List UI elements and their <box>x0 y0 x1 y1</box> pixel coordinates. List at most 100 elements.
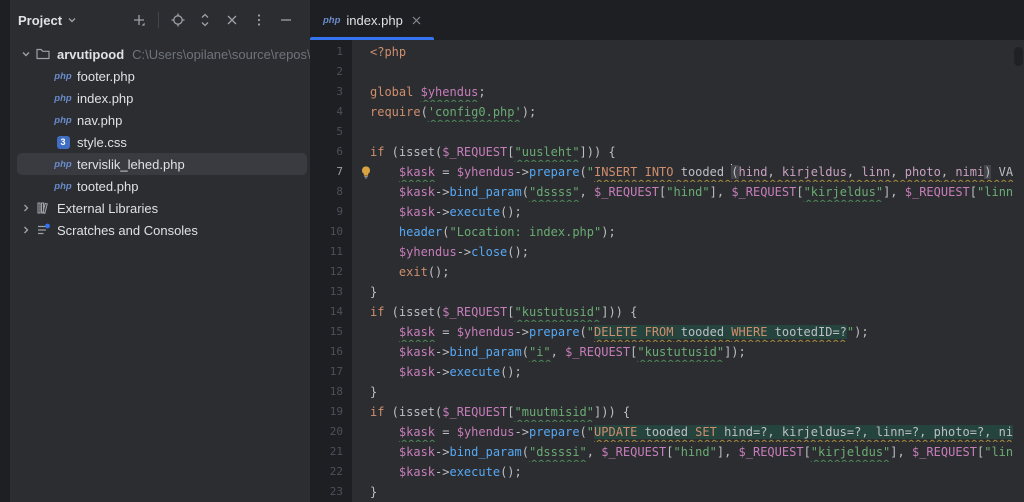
code-line-text: } <box>352 282 1024 302</box>
line-number[interactable]: 23 <box>310 482 352 502</box>
code-line-text: $kask->execute(); <box>352 462 1024 482</box>
code-line-3: 3global $yhendus; <box>310 82 1024 102</box>
css-icon: 3 <box>54 136 72 149</box>
php-icon: php <box>54 181 72 192</box>
line-number[interactable]: 21 <box>310 442 352 462</box>
code-line-text: $kask->bind_param("dssss", $_REQUEST["hi… <box>352 182 1024 202</box>
code-line-4: 4require('config0.php'); <box>310 102 1024 122</box>
line-number[interactable]: 4 <box>310 102 352 122</box>
tree-chevron-icon[interactable] <box>18 49 34 59</box>
php-icon: php <box>54 115 72 126</box>
code-line-text: $kask->bind_param("dssssi", $_REQUEST["h… <box>352 442 1024 462</box>
code-line-5: 5 <box>310 122 1024 142</box>
line-number[interactable]: 10 <box>310 222 352 242</box>
code-line-16: 16 $kask->bind_param("i", $_REQUEST["kus… <box>310 342 1024 362</box>
line-number[interactable]: 16 <box>310 342 352 362</box>
line-number[interactable]: 2 <box>310 62 352 82</box>
tree-item-label: style.css <box>77 135 127 150</box>
tree-item-scratches-and-consoles[interactable]: Scratches and Consoles <box>10 219 310 241</box>
line-number[interactable]: 17 <box>310 362 352 382</box>
code-line-15: 15 $kask = $yhendus->prepare("DELETE FRO… <box>310 322 1024 342</box>
tool-window-stripe <box>0 0 10 502</box>
editor-area: php index.php 1<?php23global $yhendus;4r… <box>310 0 1024 502</box>
tree-item-arvutipood[interactable]: arvutipoodC:\Users\opilane\source\repos\… <box>10 43 310 65</box>
line-number[interactable]: 6 <box>310 142 352 162</box>
code-line-text: require('config0.php'); <box>352 102 1024 122</box>
project-panel-title: Project <box>18 13 62 28</box>
chevron-down-icon <box>67 15 77 25</box>
tree-item-label: tooted.php <box>77 179 138 194</box>
line-number[interactable]: 8 <box>310 182 352 202</box>
line-number[interactable]: 20 <box>310 422 352 442</box>
php-icon: php <box>54 93 72 104</box>
line-number[interactable]: 14 <box>310 302 352 322</box>
line-number[interactable]: 15 <box>310 322 352 342</box>
scratches-icon <box>34 222 52 238</box>
tree-item-label: footer.php <box>77 69 135 84</box>
code-line-text: global $yhendus; <box>352 82 1024 102</box>
hide-panel-icon[interactable] <box>276 10 296 30</box>
code-line-20: 20 $kask = $yhendus->prepare("UPDATE too… <box>310 422 1024 442</box>
line-number[interactable]: 5 <box>310 122 352 142</box>
add-icon[interactable] <box>129 10 149 30</box>
line-number[interactable]: 12 <box>310 262 352 282</box>
line-number[interactable]: 13 <box>310 282 352 302</box>
toolbar-divider <box>158 12 159 28</box>
code-line-text: <?php <box>352 42 1024 62</box>
code-line-text: $kask = $yhendus->prepare("INSERT INTO t… <box>352 162 1024 182</box>
tree-item-label: index.php <box>77 91 133 106</box>
code-line-8: 8 $kask->bind_param("dssss", $_REQUEST["… <box>310 182 1024 202</box>
code-line-14: 14if (isset($_REQUEST["kustutusid"])) { <box>310 302 1024 322</box>
tree-item-label: nav.php <box>77 113 122 128</box>
tree-item-label: arvutipood <box>57 47 124 62</box>
line-number[interactable]: 9 <box>310 202 352 222</box>
project-panel-toolbar <box>129 10 296 30</box>
line-number[interactable]: 22 <box>310 462 352 482</box>
line-number[interactable]: 3 <box>310 82 352 102</box>
ide-window: Project <box>0 0 1024 502</box>
code-line-text: $kask = $yhendus->prepare("UPDATE tooded… <box>352 422 1024 442</box>
line-number[interactable]: 11 <box>310 242 352 262</box>
line-number[interactable]: 19 <box>310 402 352 422</box>
collapse-all-icon[interactable] <box>222 10 242 30</box>
locate-file-icon[interactable] <box>168 10 188 30</box>
code-line-22: 22 $kask->execute(); <box>310 462 1024 482</box>
tree-item-nav-php[interactable]: php nav.php <box>10 109 310 131</box>
code-line-text: if (isset($_REQUEST["muutmisid"])) { <box>352 402 1024 422</box>
tree-item-external-libraries[interactable]: External Libraries <box>10 197 310 219</box>
code-line-text: if (isset($_REQUEST["uusleht"])) { <box>352 142 1024 162</box>
code-line-text <box>352 62 1024 82</box>
tree-item-style-css[interactable]: 3 style.css <box>10 131 310 153</box>
code-line-10: 10 header("Location: index.php"); <box>310 222 1024 242</box>
line-number[interactable]: 1 <box>310 42 352 62</box>
code-line-17: 17 $kask->execute(); <box>310 362 1024 382</box>
editor-tab-bar: php index.php <box>310 0 1024 40</box>
code-line-text: header("Location: index.php"); <box>352 222 1024 242</box>
php-icon: php <box>54 71 72 82</box>
tree-item-label: Scratches and Consoles <box>57 223 198 238</box>
code-editor[interactable]: 1<?php23global $yhendus;4require('config… <box>310 40 1024 502</box>
close-tab-icon[interactable] <box>411 15 422 26</box>
code-line-text: $yhendus->close(); <box>352 242 1024 262</box>
code-line-text: $kask->execute(); <box>352 362 1024 382</box>
project-view-selector[interactable]: Project <box>18 13 77 28</box>
tree-chevron-icon[interactable] <box>18 225 34 235</box>
expand-all-icon[interactable] <box>195 10 215 30</box>
tree-item-label: External Libraries <box>57 201 158 216</box>
tree-item-footer-php[interactable]: php footer.php <box>10 65 310 87</box>
line-number[interactable]: 18 <box>310 382 352 402</box>
line-number[interactable]: 7 <box>310 162 352 182</box>
code-line-text: } <box>352 382 1024 402</box>
code-line-text: if (isset($_REQUEST["kustutusid"])) { <box>352 302 1024 322</box>
project-panel-header: Project <box>10 0 310 40</box>
more-options-icon[interactable] <box>249 10 269 30</box>
code-line-6: 6if (isset($_REQUEST["uusleht"])) { <box>310 142 1024 162</box>
tab-index-php[interactable]: php index.php <box>310 0 434 40</box>
code-line-text: exit(); <box>352 262 1024 282</box>
tree-item-tervislik-lehed-php[interactable]: phptervislik_lehed.php <box>10 153 310 175</box>
tree-chevron-icon[interactable] <box>18 203 34 213</box>
code-line-1: 1<?php <box>310 42 1024 62</box>
tree-item-tooted-php[interactable]: php tooted.php <box>10 175 310 197</box>
tree-item-index-php[interactable]: php index.php <box>10 87 310 109</box>
intention-bulb-icon[interactable] <box>359 165 373 179</box>
